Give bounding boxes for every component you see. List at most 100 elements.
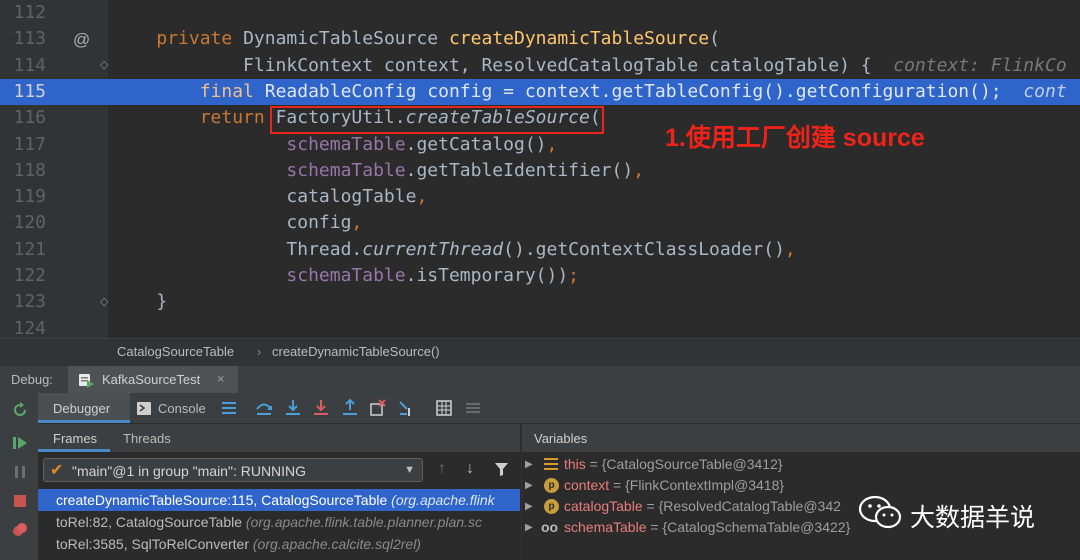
expand-arrow-icon[interactable]: ▶	[525, 517, 533, 538]
line-number: 123	[13, 291, 46, 313]
code-token: (	[709, 28, 720, 50]
stack-frame-row[interactable]: toRel:82, CatalogSourceTable (org.apache…	[38, 511, 520, 533]
step-over-icon[interactable]	[254, 398, 274, 418]
code-line[interactable]: 119 catalogTable,	[0, 184, 1080, 210]
drop-frame-icon[interactable]	[368, 398, 388, 418]
tab-console[interactable]: Console	[158, 401, 206, 416]
fold-marker-icon[interactable]: ◇	[100, 58, 108, 71]
variable-value: = {CatalogSchemaTable@3422}	[646, 519, 851, 535]
annotation-text: 1.使用工厂创建 source	[665, 124, 925, 152]
thread-selector[interactable]: ✔ "main"@1 in group "main": RUNNING ▼	[43, 458, 423, 482]
line-number: 118	[13, 159, 46, 181]
line-number: 120	[13, 212, 46, 234]
variables-title: Variables	[534, 431, 588, 446]
arrow-up-icon[interactable]: ↑	[438, 460, 446, 478]
code-line[interactable]: 118 schemaTable.getTableIdentifier(),	[0, 158, 1080, 184]
code-token: schemaTable	[286, 133, 406, 155]
code-token: ().getContextClassLoader()	[503, 238, 785, 260]
filter-icon[interactable]	[494, 462, 509, 477]
trace-current-stream-icon[interactable]	[463, 398, 483, 418]
step-out-icon[interactable]	[340, 398, 360, 418]
line-number: 121	[13, 238, 46, 260]
pause-icon[interactable]	[12, 464, 28, 480]
code-token: }	[113, 291, 168, 313]
annotation-highlight-box	[270, 106, 604, 134]
code-text: private DynamicTableSource createDynamic…	[113, 26, 720, 52]
stack-frame-row[interactable]: toRel:3585, SqlToRelConverter (org.apach…	[38, 533, 520, 555]
stack-frame-method: toRel:3585, SqlToRelConverter	[56, 536, 253, 552]
code-line[interactable]: 121 Thread.currentThread().getContextCla…	[0, 237, 1080, 263]
tab-frames[interactable]: Frames	[53, 431, 97, 446]
expand-arrow-icon[interactable]: ▶	[525, 475, 533, 496]
code-line[interactable]: 120 config,	[0, 210, 1080, 236]
code-line[interactable]: 112	[0, 0, 1080, 26]
run-config-tab[interactable]: KafkaSourceTest ×	[68, 366, 238, 394]
stop-icon[interactable]	[12, 493, 28, 509]
variable-row[interactable]: ▶ this = {CatalogSourceTable@3412}	[522, 454, 1080, 475]
force-step-into-icon[interactable]	[311, 398, 331, 418]
evaluate-expression-icon[interactable]	[434, 398, 454, 418]
view-breakpoints-icon[interactable]	[12, 522, 28, 538]
frames-panel-header: Frames Threads	[38, 424, 520, 453]
code-line[interactable]: 113 private DynamicTableSource createDyn…	[0, 26, 1080, 52]
checkmark-icon: ✔	[50, 462, 64, 479]
code-token: schemaTable	[286, 265, 406, 286]
expand-arrow-icon[interactable]: ▶	[525, 496, 533, 517]
code-token: ,	[633, 159, 645, 181]
code-line[interactable]: 123 }	[0, 289, 1080, 315]
field-list-icon	[544, 458, 558, 471]
code-token: private	[156, 28, 244, 50]
line-number: 117	[13, 133, 46, 155]
code-line[interactable]: 122 schemaTable.isTemporary());	[0, 263, 1080, 289]
resume-icon[interactable]	[12, 435, 28, 451]
fold-marker-icon[interactable]: ◇	[100, 295, 108, 308]
variable-entry: schemaTable = {CatalogSchemaTable@3422}	[564, 517, 850, 538]
close-icon[interactable]: ×	[217, 371, 225, 386]
code-text: schemaTable.getTableIdentifier(),	[113, 158, 644, 184]
parameter-icon: p	[544, 499, 559, 514]
line-number: 113	[13, 28, 46, 50]
frames-panel: Frames Threads ✔ "main"@1 in group "main…	[38, 424, 520, 560]
stack-frame-text: toRel:82, CatalogSourceTable (org.apache…	[56, 511, 482, 533]
line-number: 115	[13, 80, 46, 102]
rerun-icon[interactable]	[12, 402, 28, 418]
line-number: 119	[13, 186, 46, 208]
variable-entry: context = {FlinkContextImpl@3418}	[564, 475, 784, 496]
line-number: 112	[13, 2, 46, 23]
expand-arrow-icon[interactable]: ▶	[525, 454, 533, 475]
breadcrumb-item-method[interactable]: createDynamicTableSource()	[272, 344, 440, 359]
tab-debugger[interactable]: Debugger	[38, 393, 130, 423]
variable-name: schemaTable	[564, 519, 647, 535]
code-editor[interactable]: 112 113 private DynamicTableSource create…	[0, 0, 1080, 338]
stack-frame-method: createDynamicTableSource:115, CatalogSou…	[56, 492, 392, 508]
breadcrumb-item-class[interactable]: CatalogSourceTable	[117, 344, 234, 359]
variable-row[interactable]: ▶ p context = {FlinkContextImpl@3418}	[522, 475, 1080, 496]
breadcrumb-separator: ›	[257, 344, 262, 359]
code-line[interactable]: 115 final ReadableConfig config = contex…	[0, 78, 1080, 105]
run-to-cursor-icon[interactable]	[397, 398, 417, 418]
code-text: Thread.currentThread().getContextClassLo…	[113, 237, 795, 263]
active-tab-indicator	[38, 449, 110, 452]
variables-panel: Variables ▶ this = {CatalogSourceTable@34…	[521, 424, 1080, 560]
code-token: final	[199, 80, 265, 102]
tab-threads[interactable]: Threads	[123, 431, 171, 446]
implements-marker-icon[interactable]: @	[73, 30, 90, 50]
code-line[interactable]: 114 FlinkContext context, ResolvedCatalo…	[0, 53, 1080, 79]
arrow-down-icon[interactable]: ↓	[466, 460, 474, 478]
stack-frame-row[interactable]: createDynamicTableSource:115, CatalogSou…	[38, 489, 520, 511]
line-number: 124	[13, 317, 46, 338]
show-execution-point-icon[interactable]	[219, 398, 239, 418]
code-token: cont	[1001, 80, 1067, 102]
chevron-down-icon: ▼	[404, 464, 415, 476]
code-token: ReadableConfig config = context.getTable…	[264, 80, 1002, 102]
code-token: FlinkContext context, ResolvedCatalogTab…	[113, 54, 883, 76]
code-token: ,	[546, 133, 558, 155]
debug-label: Debug:	[11, 372, 53, 387]
code-line[interactable]: 124	[0, 316, 1080, 338]
step-into-icon[interactable]	[283, 398, 303, 418]
